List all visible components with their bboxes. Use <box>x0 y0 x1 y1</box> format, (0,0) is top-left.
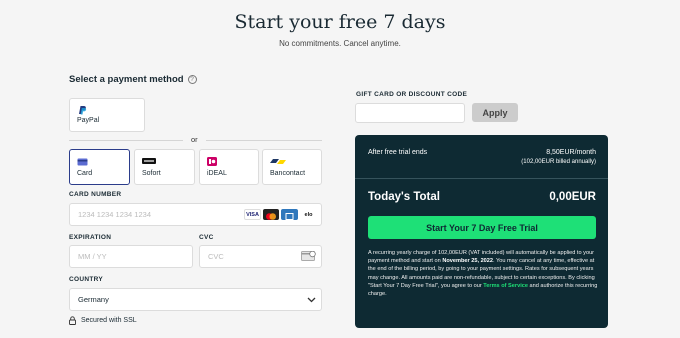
start-trial-button[interactable]: Start Your 7 Day Free Trial <box>368 216 596 239</box>
country-value: Germany <box>78 295 109 304</box>
elo-label: elo <box>304 211 313 218</box>
or-divider-left <box>69 140 183 141</box>
card-number-placeholder: 1234 1234 1234 1234 <box>78 210 151 219</box>
payment-method-title-text: Select a payment method <box>69 74 184 85</box>
gift-card-label: GIFT CARD OR DISCOUNT CODE <box>356 91 468 98</box>
expiration-placeholder: MM / YY <box>78 252 107 261</box>
mastercard-icon <box>263 209 279 220</box>
elo-icon: elo <box>300 209 317 220</box>
page-subtitle: No commitments. Cancel anytime. <box>279 39 401 48</box>
card-icon <box>77 158 88 166</box>
amex-icon <box>281 209 298 220</box>
after-trial-label: After free trial ends <box>368 149 428 156</box>
summary-divider <box>355 178 608 179</box>
or-label: or <box>191 135 198 144</box>
country-label: COUNTRY <box>69 276 103 283</box>
todays-total-label: Today's Total <box>368 191 440 203</box>
payment-method-sofort[interactable]: Sofort <box>134 149 195 185</box>
cvc-placeholder: CVC <box>208 252 224 261</box>
payment-method-bancontact-label: Bancontact <box>270 170 306 177</box>
mastercard-circles <box>266 213 276 220</box>
visa-label: VISA <box>246 211 259 218</box>
cvc-card-icon <box>301 251 316 261</box>
lock-icon <box>69 316 76 325</box>
payment-method-title: Select a payment method? <box>69 74 197 85</box>
expiration-input[interactable]: MM / YY <box>69 245 193 268</box>
payment-method-card[interactable]: Card <box>69 149 130 185</box>
expiration-label: EXPIRATION <box>69 234 112 241</box>
terms-of-service-link[interactable]: Terms of Service <box>483 283 528 289</box>
payment-method-card-label: Card <box>77 170 93 177</box>
gift-card-input[interactable] <box>355 103 465 123</box>
bancontact-icon <box>270 159 286 164</box>
todays-total-value: 0,00EUR <box>549 191 596 203</box>
paypal-option[interactable]: PayPal <box>69 98 145 132</box>
payment-method-sofort-label: Sofort <box>142 170 161 177</box>
legal-text: A recurring yearly charge of 102,00EUR (… <box>368 249 598 298</box>
legal-date: November 25, 2022 <box>442 258 494 265</box>
ssl-text: Secured with SSL <box>81 317 137 324</box>
paypal-label: PayPal <box>77 117 100 124</box>
ideal-icon <box>207 157 217 166</box>
order-summary: After free trial ends 8,50EUR/month (102… <box>355 135 608 328</box>
ssl-notice: Secured with SSL <box>69 316 137 325</box>
price-per-month: 8,50EUR/month <box>546 149 596 156</box>
payment-method-bancontact[interactable]: Bancontact <box>262 149 322 185</box>
card-number-label: CARD NUMBER <box>69 191 122 198</box>
payment-method-ideal[interactable]: iDEAL <box>199 149 259 185</box>
cvc-label: CVC <box>199 234 214 241</box>
payment-method-ideal-label: iDEAL <box>207 170 227 177</box>
chevron-down-icon <box>307 297 316 303</box>
sofort-icon <box>142 158 156 164</box>
paypal-icon <box>79 106 87 115</box>
visa-icon: VISA <box>244 209 261 220</box>
billed-annually: (102,00EUR billed annually) <box>521 159 596 165</box>
page-title: Start your free 7 days <box>234 11 446 33</box>
country-select[interactable]: Germany <box>69 288 322 311</box>
apply-button[interactable]: Apply <box>472 103 518 122</box>
help-icon[interactable]: ? <box>187 75 197 84</box>
amex-mark <box>285 213 294 220</box>
or-divider-right <box>206 140 322 141</box>
